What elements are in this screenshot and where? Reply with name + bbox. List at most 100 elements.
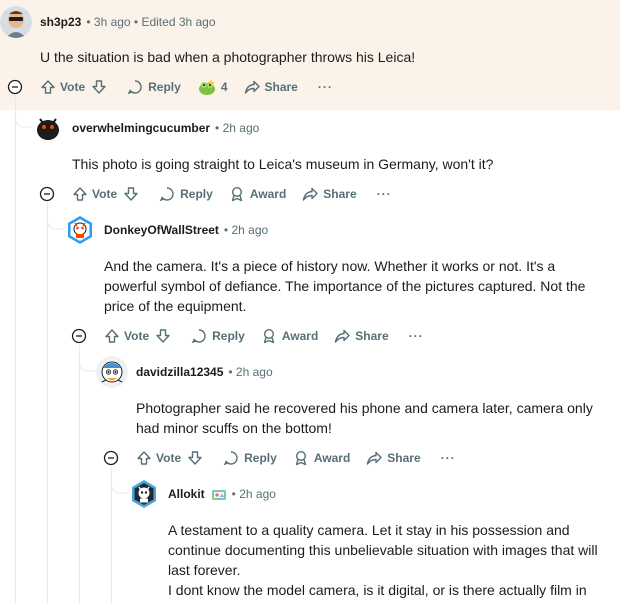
share-label: Share (387, 451, 421, 465)
comment-text-line: continue documenting this unbelievable s… (168, 542, 598, 558)
collapse-icon (39, 186, 55, 202)
comment-meta: • 2h ago (231, 487, 276, 501)
comment-actions: Vote Reply Award Share ··· (64, 180, 404, 208)
upvote-icon (73, 187, 87, 201)
reply-label: Reply (180, 187, 213, 201)
reply-label: Reply (244, 451, 277, 465)
comment-text-line: A testament to a quality camera. Let it … (168, 522, 570, 538)
comment-text-line: U the situation is bad when a photograph… (40, 49, 416, 65)
reply-icon (223, 451, 238, 466)
award-count: 4 (220, 80, 228, 94)
award-button[interactable]: Award (221, 180, 294, 208)
more-options-button[interactable]: ··· (306, 73, 345, 101)
share-icon (244, 80, 260, 94)
share-icon (303, 187, 318, 201)
award-count-button[interactable]: 4 (189, 73, 236, 101)
collapse-button[interactable] (71, 328, 87, 344)
collapse-button[interactable] (7, 79, 23, 95)
avatar[interactable] (128, 478, 160, 510)
reply-button[interactable]: Reply (119, 73, 189, 101)
reply-button[interactable]: Reply (215, 444, 285, 472)
reply-icon (159, 187, 174, 202)
author-name[interactable]: sh3p23 (40, 15, 81, 29)
share-button[interactable]: Share (236, 73, 306, 101)
vote-label: Vote (124, 329, 150, 343)
comment-header: DonkeyOfWallStreet • 2h ago (64, 214, 268, 246)
collapse-button[interactable] (39, 186, 55, 202)
avatar[interactable] (32, 112, 64, 144)
comment-text-line: This photo is going straight to Leica's … (72, 156, 494, 172)
more-icon: ··· (317, 80, 333, 94)
upvote-icon (137, 451, 151, 465)
award-icon (231, 186, 243, 202)
comment-body: A testament to a quality camera. Let it … (168, 520, 598, 600)
reply-icon (191, 329, 206, 344)
user-flair (211, 486, 227, 502)
share-label: Share (264, 80, 298, 94)
reply-button[interactable]: Reply (183, 322, 253, 350)
award-emoji-icon (198, 79, 215, 95)
share-label: Share (355, 329, 389, 343)
comment-text-line: And the camera. It's a piece of history … (104, 258, 556, 274)
comment-meta: • 2h ago (223, 223, 269, 237)
vote-label: Vote (92, 187, 118, 201)
comment-text-line: price of the equipment. (104, 298, 247, 314)
comment-text-line: powerful symbol of defiance. The importa… (104, 278, 586, 294)
downvote-icon (156, 329, 170, 343)
comment-header: davidzilla12345 • 2h ago (96, 356, 273, 388)
thread-line-level-2[interactable] (79, 345, 80, 604)
comment-body: U the situation is bad when a photograph… (40, 47, 415, 67)
reply-icon (127, 80, 142, 95)
comment-actions: Vote Reply Award Share ··· (128, 444, 468, 472)
award-label: Award (281, 329, 319, 343)
upvote-icon (105, 329, 119, 343)
vote-control[interactable]: Vote (64, 180, 151, 208)
avatar[interactable] (0, 6, 32, 38)
more-icon: ··· (408, 329, 424, 343)
award-icon (263, 328, 275, 344)
author-name[interactable]: Allokit (168, 487, 205, 501)
vote-control[interactable]: Vote (128, 444, 215, 472)
reply-button[interactable]: Reply (151, 180, 221, 208)
thread-line-level-0[interactable] (15, 96, 16, 604)
more-options-button[interactable]: ··· (397, 322, 436, 350)
comment-meta: • 3h ago • Edited 3h ago (86, 15, 216, 29)
downvote-icon (188, 451, 202, 465)
comment-body: This photo is going straight to Leica's … (72, 154, 493, 174)
award-button[interactable]: Award (253, 322, 326, 350)
share-button[interactable]: Share (294, 180, 364, 208)
more-options-button[interactable]: ··· (365, 180, 404, 208)
share-button[interactable]: Share (326, 322, 396, 350)
comment-header: sh3p23 • 3h ago • Edited 3h ago (0, 6, 216, 38)
more-icon: ··· (376, 187, 392, 201)
avatar[interactable] (96, 356, 128, 388)
avatar[interactable] (64, 214, 96, 246)
author-name[interactable]: DonkeyOfWallStreet (104, 223, 219, 237)
share-icon (367, 451, 382, 465)
collapse-button[interactable] (103, 450, 119, 466)
award-button[interactable]: Award (285, 444, 358, 472)
comment-body: Photographer said he recovered his phone… (136, 398, 593, 438)
comment-text-line: Photographer said he recovered his phone… (136, 400, 593, 416)
comment-header: Allokit • 2h ago (128, 478, 276, 510)
share-button[interactable]: Share (358, 444, 428, 472)
downvote-icon (92, 80, 106, 94)
share-icon (335, 329, 350, 343)
more-options-button[interactable]: ··· (429, 444, 468, 472)
collapse-icon (7, 79, 23, 95)
comment-header: overwhelmingcucumber • 2h ago (32, 112, 259, 144)
comment-actions: Vote Reply 4 Share ··· (32, 73, 345, 101)
vote-control[interactable]: Vote (32, 73, 119, 101)
author-name[interactable]: davidzilla12345 (136, 365, 223, 379)
award-label: Award (249, 187, 287, 201)
award-label: Award (313, 451, 351, 465)
downvote-icon (124, 187, 138, 201)
comment-actions: Vote Reply Award Share ··· (96, 322, 436, 350)
comment-body: And the camera. It's a piece of history … (104, 256, 585, 316)
collapse-icon (71, 328, 87, 344)
vote-control[interactable]: Vote (96, 322, 183, 350)
thread-line-level-1[interactable] (47, 202, 48, 604)
comment-meta: • 2h ago (215, 121, 260, 135)
reply-label: Reply (212, 329, 245, 343)
author-name[interactable]: overwhelmingcucumber (72, 121, 210, 135)
